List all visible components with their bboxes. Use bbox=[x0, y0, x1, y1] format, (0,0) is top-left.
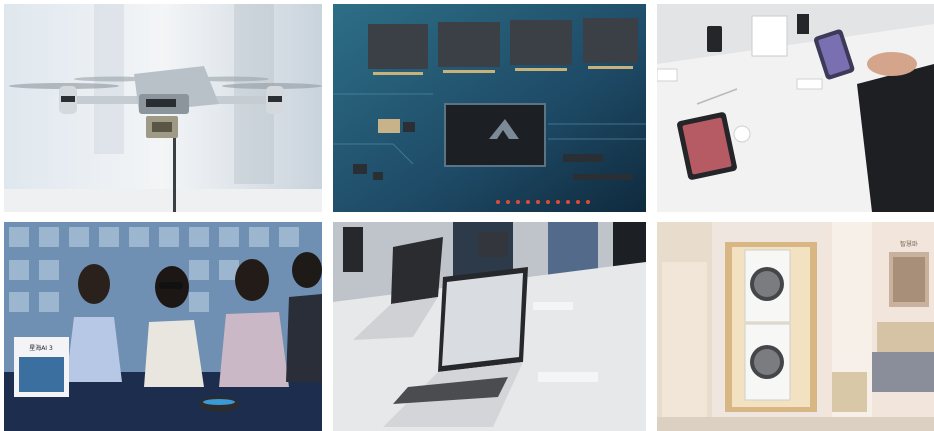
smartphones-display-image bbox=[657, 4, 934, 212]
photo-washer-dryer-showroom: 智慧卧 bbox=[657, 222, 934, 431]
sign-label: 智慧卧 bbox=[900, 240, 918, 248]
photo-drone bbox=[4, 4, 322, 212]
photo-circuit-board bbox=[333, 4, 646, 212]
photo-grid: 星海AI 3 智慧卧 bbox=[0, 0, 934, 431]
poster-label: 星海AI 3 bbox=[29, 344, 53, 352]
photo-laptops-display bbox=[333, 222, 646, 431]
drone-image bbox=[4, 4, 322, 212]
laptops-display-image bbox=[333, 222, 646, 431]
vr-exhibit-image: 星海AI 3 bbox=[4, 222, 322, 431]
circuit-board-image bbox=[333, 4, 646, 212]
photo-smartphones-display bbox=[657, 4, 934, 212]
washer-dryer-image: 智慧卧 bbox=[657, 222, 934, 431]
photo-vr-glasses-exhibit: 星海AI 3 bbox=[4, 222, 322, 431]
